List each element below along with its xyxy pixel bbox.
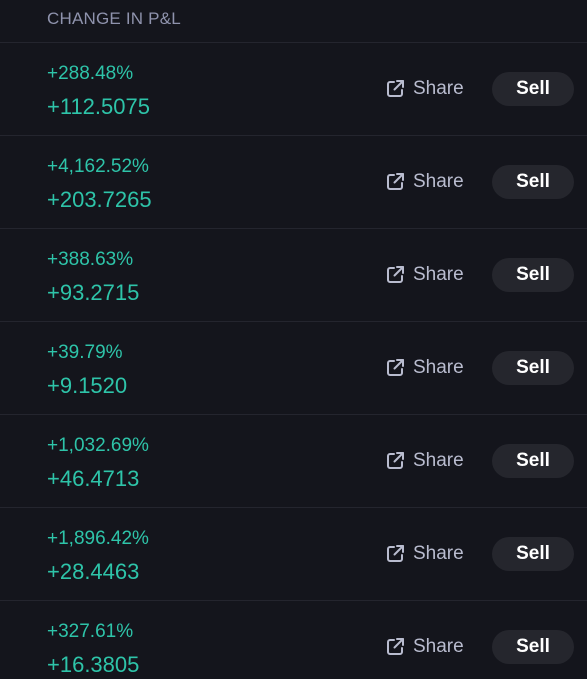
share-label: Share (413, 78, 464, 99)
pnl-percent: +4,162.52% (47, 156, 149, 177)
pnl-amount: +28.4463 (47, 559, 140, 584)
share-external-icon (385, 265, 405, 285)
pnl-panel: CHANGE IN P&L +288.48% +112.5075 Share S… (0, 0, 587, 679)
share-external-icon (385, 544, 405, 564)
pnl-amount: +46.4713 (47, 466, 140, 491)
pnl-amount: +9.1520 (47, 373, 128, 398)
position-row: +288.48% +112.5075 Share Sell (0, 43, 587, 136)
position-row: +1,896.42% +28.4463 Share Sell (0, 508, 587, 601)
share-label: Share (413, 450, 464, 471)
position-row: +4,162.52% +203.7265 Share Sell (0, 136, 587, 229)
pnl-amount: +112.5075 (47, 94, 150, 119)
share-external-icon (385, 79, 405, 99)
position-row: +39.79% +9.1520 Share Sell (0, 322, 587, 415)
pnl-amount: +16.3805 (47, 652, 140, 677)
pnl-amount: +93.2715 (47, 280, 140, 305)
share-external-icon (385, 451, 405, 471)
column-header-change-in-pnl: CHANGE IN P&L (47, 9, 181, 28)
share-button[interactable]: Share (385, 76, 464, 102)
position-row: +327.61% +16.3805 Share Sell (0, 601, 587, 679)
share-external-icon (385, 358, 405, 378)
pnl-percent: +39.79% (47, 342, 123, 363)
share-label: Share (413, 264, 464, 285)
share-label: Share (413, 357, 464, 378)
sell-button[interactable]: Sell (492, 630, 574, 664)
share-external-icon (385, 637, 405, 657)
share-label: Share (413, 543, 464, 564)
pnl-percent: +1,896.42% (47, 528, 149, 549)
position-row: +1,032.69% +46.4713 Share Sell (0, 415, 587, 508)
sell-button[interactable]: Sell (492, 72, 574, 106)
pnl-percent: +388.63% (47, 249, 134, 270)
pnl-percent: +1,032.69% (47, 435, 149, 456)
share-button[interactable]: Share (385, 541, 464, 567)
sell-button[interactable]: Sell (492, 258, 574, 292)
pnl-amount: +203.7265 (47, 187, 152, 212)
share-label: Share (413, 636, 464, 657)
share-button[interactable]: Share (385, 448, 464, 474)
sell-button[interactable]: Sell (492, 537, 574, 571)
sell-button[interactable]: Sell (492, 165, 574, 199)
pnl-percent: +327.61% (47, 621, 134, 642)
share-external-icon (385, 172, 405, 192)
position-row: +388.63% +93.2715 Share Sell (0, 229, 587, 322)
share-button[interactable]: Share (385, 355, 464, 381)
pnl-percent: +288.48% (47, 63, 134, 84)
share-label: Share (413, 171, 464, 192)
share-button[interactable]: Share (385, 634, 464, 660)
pnl-header: CHANGE IN P&L (0, 0, 587, 43)
sell-button[interactable]: Sell (492, 444, 574, 478)
share-button[interactable]: Share (385, 169, 464, 195)
share-button[interactable]: Share (385, 262, 464, 288)
sell-button[interactable]: Sell (492, 351, 574, 385)
